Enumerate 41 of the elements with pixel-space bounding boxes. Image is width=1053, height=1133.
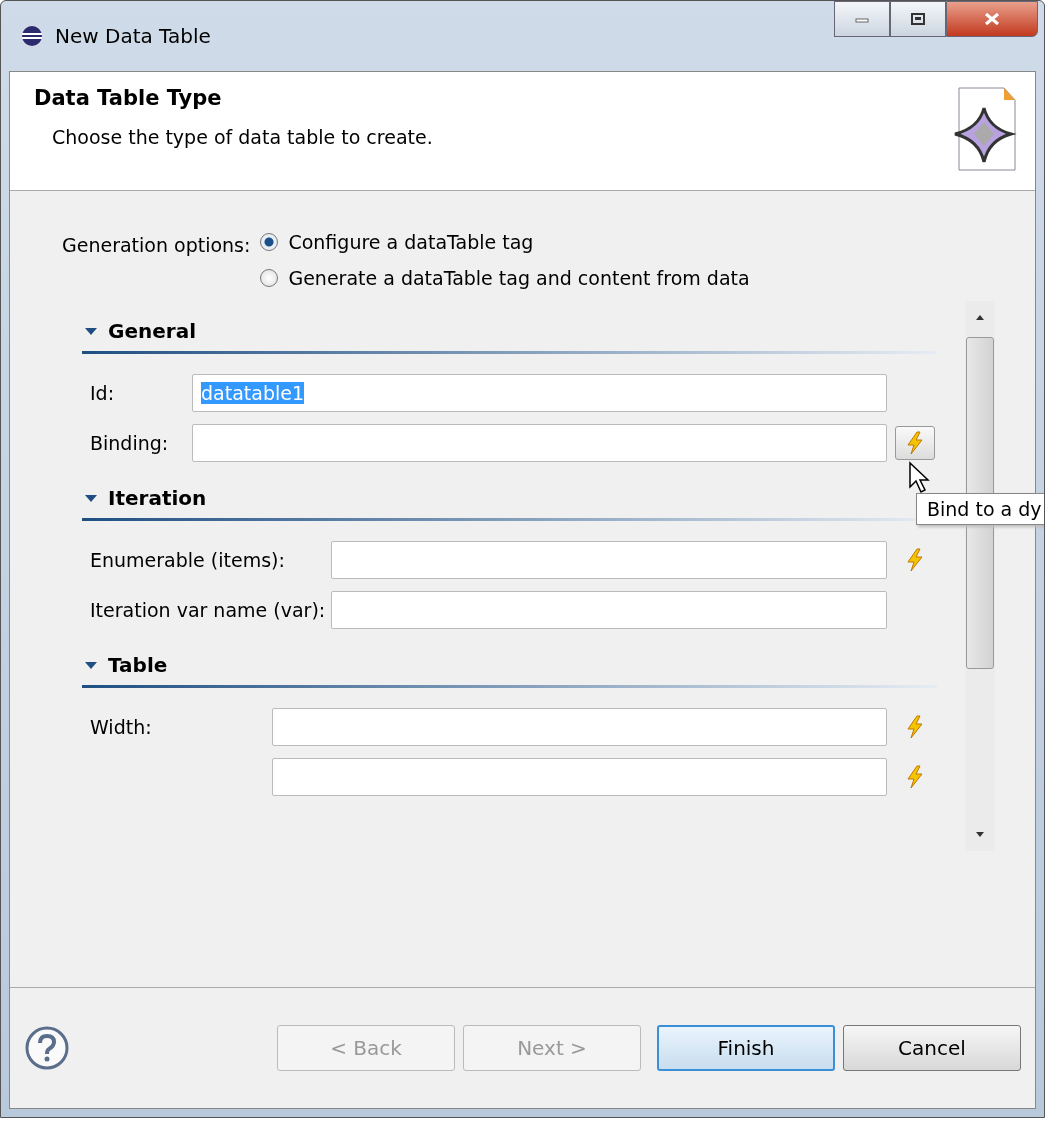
text-field[interactable]	[331, 591, 887, 629]
text-field[interactable]	[192, 424, 887, 462]
close-button[interactable]	[946, 1, 1038, 37]
close-icon	[983, 12, 1001, 26]
section-header[interactable]: Table	[82, 653, 168, 677]
section-header[interactable]: General	[82, 319, 196, 343]
text-field[interactable]	[272, 708, 887, 746]
window-title: New Data Table	[55, 24, 211, 48]
field-label: Binding:	[90, 432, 170, 454]
radio-option[interactable]: Generate a dataTable tag and content from data	[260, 267, 750, 289]
page-description: Choose the type of data table to create.	[52, 126, 433, 148]
lightning-icon[interactable]	[905, 548, 925, 572]
bind-button[interactable]	[895, 426, 935, 460]
minimize-icon	[854, 15, 870, 23]
lightning-icon[interactable]	[905, 715, 925, 739]
field-label: Enumerable (items):	[90, 549, 286, 571]
help-icon[interactable]	[24, 1025, 70, 1071]
field-label: Width:	[90, 716, 153, 738]
generation-options-label: Generation options:	[62, 233, 251, 258]
tooltip: Bind to a dy	[916, 493, 1044, 525]
maximize-button[interactable]	[890, 1, 946, 37]
scroll-up-icon[interactable]	[974, 313, 986, 321]
maximize-icon	[910, 12, 926, 26]
field-label: Iteration var name (var):	[90, 599, 326, 621]
page-title: Data Table Type	[34, 86, 223, 110]
scroll-down-icon[interactable]	[974, 831, 986, 839]
lightning-icon[interactable]	[905, 765, 925, 789]
lightning-icon	[905, 431, 925, 455]
globe-icon	[21, 25, 43, 47]
section-header[interactable]: Iteration	[82, 486, 207, 510]
field-label: Id:	[90, 382, 116, 404]
text-field[interactable]	[272, 758, 887, 796]
dialog-button[interactable]: Finish	[657, 1025, 835, 1071]
expand-triangle-icon	[84, 493, 98, 503]
expand-triangle-icon	[84, 326, 98, 336]
radio-option[interactable]: Configure a dataTable tag	[260, 231, 750, 253]
expand-triangle-icon	[84, 660, 98, 670]
minimize-button[interactable]	[834, 1, 890, 37]
dialog-button[interactable]: Cancel	[843, 1025, 1021, 1071]
mouse-pointer-icon	[908, 461, 932, 495]
text-field[interactable]	[331, 541, 887, 579]
